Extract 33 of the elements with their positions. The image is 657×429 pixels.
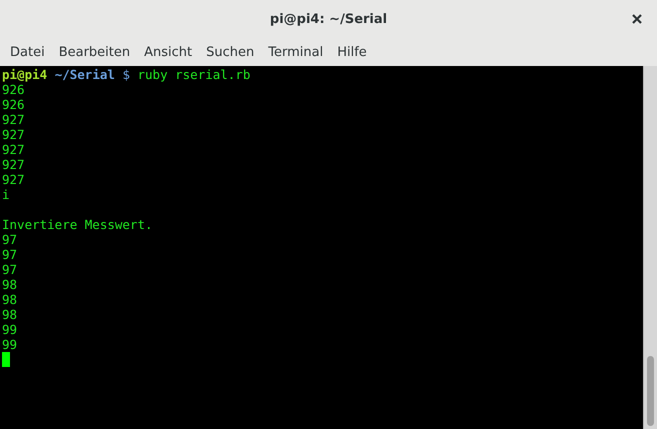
menu-item[interactable]: Hilfe — [330, 40, 374, 64]
output-line: 927 — [2, 157, 25, 172]
window-title: pi@pi4: ~/Serial — [270, 12, 388, 26]
terminal-area[interactable]: pi@pi4 ~/Serial $ ruby rserial.rb 926 926 927 927 927 927 927 i Invertiere Messwert. 97 97 97 98 98 98 99 99 — [0, 66, 643, 429]
scrollbar-thumb[interactable] — [647, 356, 654, 426]
output-line: 97 — [2, 247, 18, 262]
output-line: 98 — [2, 292, 18, 307]
menu-item[interactable]: Bearbeiten — [52, 40, 138, 64]
prompt-symbol: $ — [122, 67, 130, 82]
menu-item[interactable]: Suchen — [199, 40, 262, 64]
menu-item[interactable]: Ansicht — [137, 40, 200, 64]
close-icon[interactable] — [631, 13, 643, 25]
output-line: 99 — [2, 337, 18, 352]
menu-item[interactable]: Datei — [3, 40, 52, 64]
menu-item[interactable]: Terminal — [261, 40, 330, 64]
output-line: 97 — [2, 232, 18, 247]
prompt-path: ~/Serial — [54, 67, 115, 82]
output-line: 97 — [2, 262, 18, 277]
scrollbar[interactable] — [643, 66, 657, 429]
output-line: 927 — [2, 142, 25, 157]
output-line: i — [2, 187, 10, 202]
output-line: 98 — [2, 307, 18, 322]
command-text: ruby rserial.rb — [138, 67, 250, 82]
prompt-user-host: pi@pi4 — [2, 67, 48, 82]
output-line: 927 — [2, 112, 25, 127]
output-line: 926 — [2, 97, 25, 112]
text-cursor — [2, 352, 10, 367]
output-line: 98 — [2, 277, 18, 292]
output-line: Invertiere Messwert. — [2, 217, 153, 232]
output-line: 926 — [2, 82, 25, 97]
output-line: 99 — [2, 322, 18, 337]
output-line: 927 — [2, 172, 25, 187]
output-line: 927 — [2, 127, 25, 142]
